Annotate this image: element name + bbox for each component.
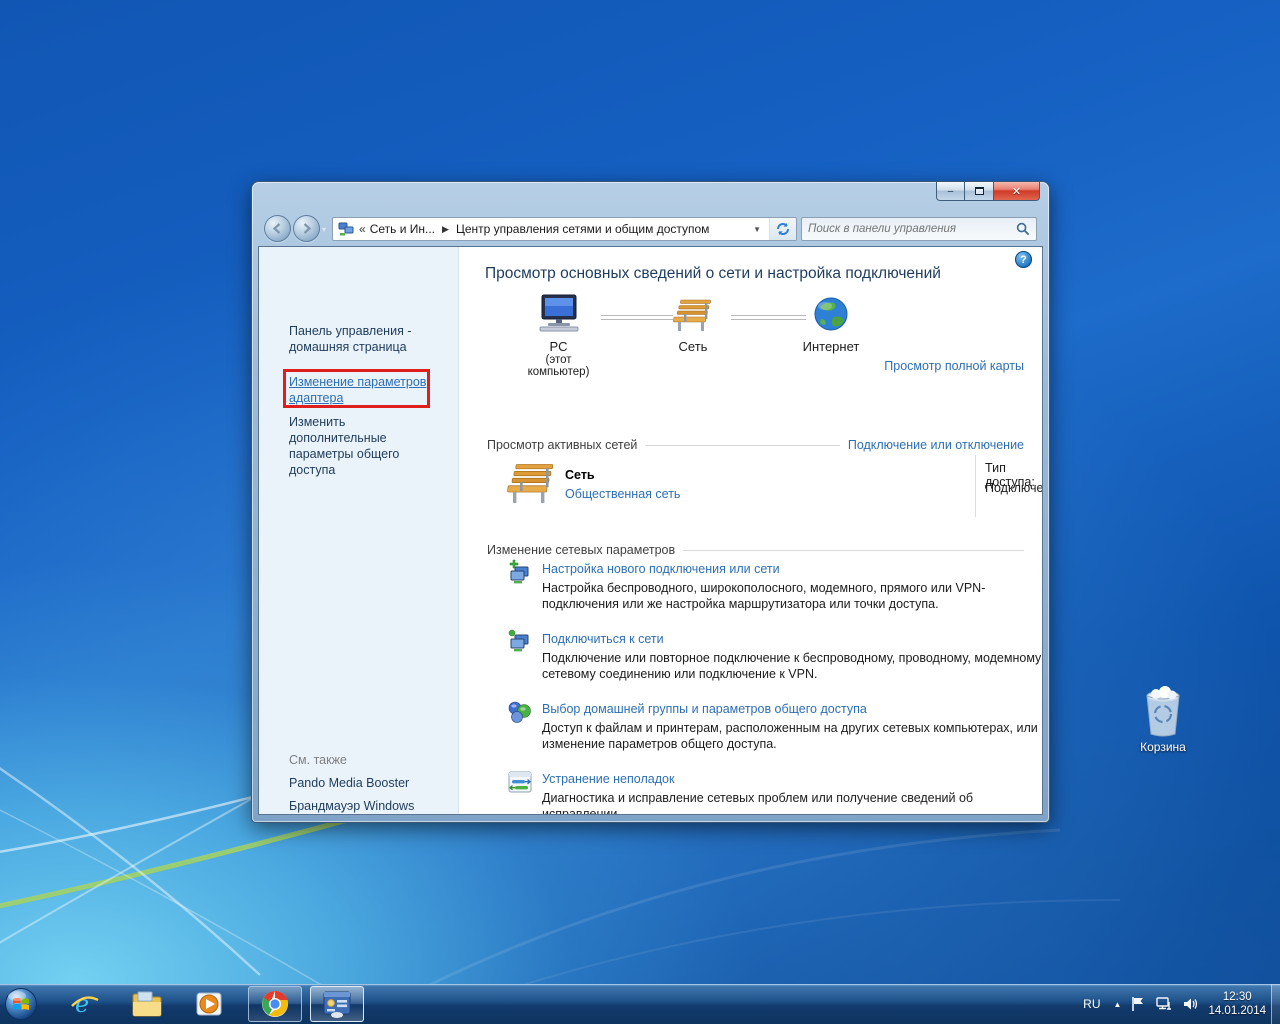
- new-connection-icon: [509, 559, 529, 584]
- homegroup-options-desc: Доступ к файлам и принтерам, расположенн…: [542, 721, 1038, 751]
- svg-text:e: e: [75, 990, 89, 1018]
- active-networks-header: Просмотр активных сетей: [487, 438, 646, 452]
- language-indicator[interactable]: RU: [1079, 994, 1104, 1014]
- recycle-bin-label: Корзина: [1140, 740, 1186, 754]
- divider: [975, 455, 976, 517]
- windows-start-icon: [5, 988, 37, 1020]
- troubleshoot-desc: Диагностика и исправление сетевых пробле…: [542, 791, 974, 815]
- map-node-sublabel: (этот компьютер): [527, 354, 590, 378]
- internet-explorer-button[interactable]: e: [68, 987, 102, 1021]
- troubleshoot-icon: [508, 771, 532, 793]
- control-panel-taskbar-button[interactable]: [310, 986, 364, 1022]
- sidebar-item-pando-media-booster[interactable]: Pando Media Booster: [289, 775, 444, 791]
- windows-explorer-button[interactable]: [130, 987, 164, 1021]
- minimize-button[interactable]: –: [936, 182, 965, 201]
- maximize-icon: [974, 187, 984, 195]
- forward-button[interactable]: [293, 215, 320, 242]
- close-button[interactable]: ✕: [994, 182, 1040, 201]
- bench-icon: [673, 299, 711, 331]
- network-tray-icon[interactable]: [1155, 996, 1173, 1012]
- map-node-label: PC: [549, 339, 568, 354]
- recent-pages-dropdown[interactable]: ▾: [322, 225, 326, 234]
- map-node-pc[interactable]: PC (этот компьютер): [521, 293, 596, 378]
- folder-icon: [132, 991, 162, 1017]
- address-dropdown-icon[interactable]: ▼: [745, 218, 770, 240]
- window-content: Панель управления - домашняя страница Из…: [258, 246, 1043, 815]
- chrome-icon: [262, 990, 288, 1017]
- homegroup-options-link[interactable]: Выбор домашней группы и параметров общег…: [542, 702, 867, 716]
- system-tray: RU ▲ 12:30 14.01.2014: [1079, 984, 1276, 1024]
- setup-new-connection-desc: Настройка беспроводного, широкополосного…: [542, 581, 986, 611]
- sidebar: Панель управления - домашняя страница Из…: [259, 247, 459, 814]
- active-network-name: Сеть: [565, 468, 595, 482]
- connections-label: Подключения:: [985, 481, 1043, 495]
- help-icon[interactable]: ?: [1015, 251, 1032, 268]
- tray-time: 12:30: [1222, 991, 1252, 1003]
- chrome-taskbar-button[interactable]: [248, 986, 302, 1022]
- action-center-flag-icon[interactable]: [1130, 996, 1146, 1012]
- sidebar-item-control-panel-home[interactable]: Панель управления - домашняя страница: [289, 323, 444, 355]
- map-node-internet[interactable]: Интернет: [801, 295, 861, 354]
- computer-icon: [539, 294, 578, 332]
- search-input[interactable]: [808, 223, 1016, 235]
- hidden-icons-button[interactable]: ▲: [1114, 1000, 1122, 1009]
- page-title: Просмотр основных сведений о сети и наст…: [485, 265, 941, 282]
- network-breadcrumb-icon: [338, 222, 354, 236]
- network-bench-icon: [507, 464, 554, 503]
- see-also-header: См. также: [289, 753, 347, 767]
- connect-to-network-icon: [508, 629, 529, 652]
- connect-to-network-link[interactable]: Подключиться к сети: [542, 632, 664, 646]
- connect-to-network-desc: Подключение или повторное подключение к …: [542, 651, 1042, 681]
- taskbar: e RU ▲ 12:30 14.01.2014: [0, 984, 1280, 1024]
- map-node-label: Сеть: [678, 339, 708, 354]
- view-full-map-link[interactable]: Просмотр полной карты: [884, 359, 1024, 373]
- show-desktop-button[interactable]: [1271, 984, 1280, 1024]
- sidebar-item-change-adapter-settings[interactable]: Изменение параметров адаптера: [289, 374, 429, 406]
- navigation-toolbar: ▾ « Сеть и Ин... ▶ Центр управления сетя…: [252, 212, 1049, 246]
- breadcrumb-root[interactable]: Сеть и Ин...: [368, 222, 437, 236]
- homegroup-icon: [508, 701, 531, 723]
- map-node-network[interactable]: Сеть: [663, 297, 723, 354]
- back-button[interactable]: [264, 215, 291, 242]
- refresh-icon: [777, 223, 789, 235]
- search-icon[interactable]: [1016, 222, 1030, 236]
- map-node-label: Интернет: [802, 339, 860, 354]
- media-player-button[interactable]: [192, 987, 226, 1021]
- clock[interactable]: 12:30 14.01.2014: [1208, 990, 1276, 1018]
- control-panel-icon: [323, 991, 351, 1018]
- maximize-button[interactable]: [965, 182, 994, 201]
- change-settings-header: Изменение сетевых параметров: [487, 543, 684, 557]
- caption-buttons: – ✕: [936, 182, 1040, 201]
- troubleshoot-link[interactable]: Устранение неполадок: [542, 772, 674, 786]
- breadcrumb-current[interactable]: Центр управления сетями и общим доступом: [454, 222, 712, 236]
- tray-date: 14.01.2014: [1208, 1005, 1266, 1017]
- sidebar-item-windows-firewall[interactable]: Брандмауэр Windows: [289, 798, 444, 814]
- start-button[interactable]: [4, 987, 38, 1021]
- forward-arrow-icon: [303, 223, 312, 234]
- breadcrumb-overflow-icon[interactable]: «: [354, 222, 368, 236]
- back-arrow-icon: [272, 223, 281, 234]
- map-connector: [731, 315, 806, 320]
- address-bar[interactable]: « Сеть и Ин... ▶ Центр управления сетями…: [332, 217, 797, 241]
- internet-explorer-icon: e: [71, 990, 99, 1018]
- sidebar-item-advanced-sharing-settings[interactable]: Изменить дополнительные параметры общего…: [289, 414, 444, 478]
- network-sharing-center-window: – ✕ ▾ « Сеть и Ин... ▶ Центр управления …: [252, 182, 1049, 822]
- search-box[interactable]: [801, 217, 1037, 241]
- setup-new-connection-link[interactable]: Настройка нового подключения или сети: [542, 562, 780, 576]
- breadcrumb-separator-icon: ▶: [442, 223, 449, 234]
- media-player-icon: [196, 992, 222, 1016]
- refresh-button[interactable]: [770, 218, 796, 240]
- globe-icon: [814, 297, 848, 331]
- recycle-bin-icon: [1146, 686, 1180, 737]
- network-type-link[interactable]: Общественная сеть: [565, 487, 680, 501]
- volume-icon[interactable]: [1182, 996, 1199, 1012]
- connect-disconnect-link[interactable]: Подключение или отключение: [839, 438, 1024, 452]
- main-pane: ? Просмотр основных сведений о сети и на…: [459, 247, 1042, 814]
- recycle-bin[interactable]: Корзина: [1128, 686, 1198, 754]
